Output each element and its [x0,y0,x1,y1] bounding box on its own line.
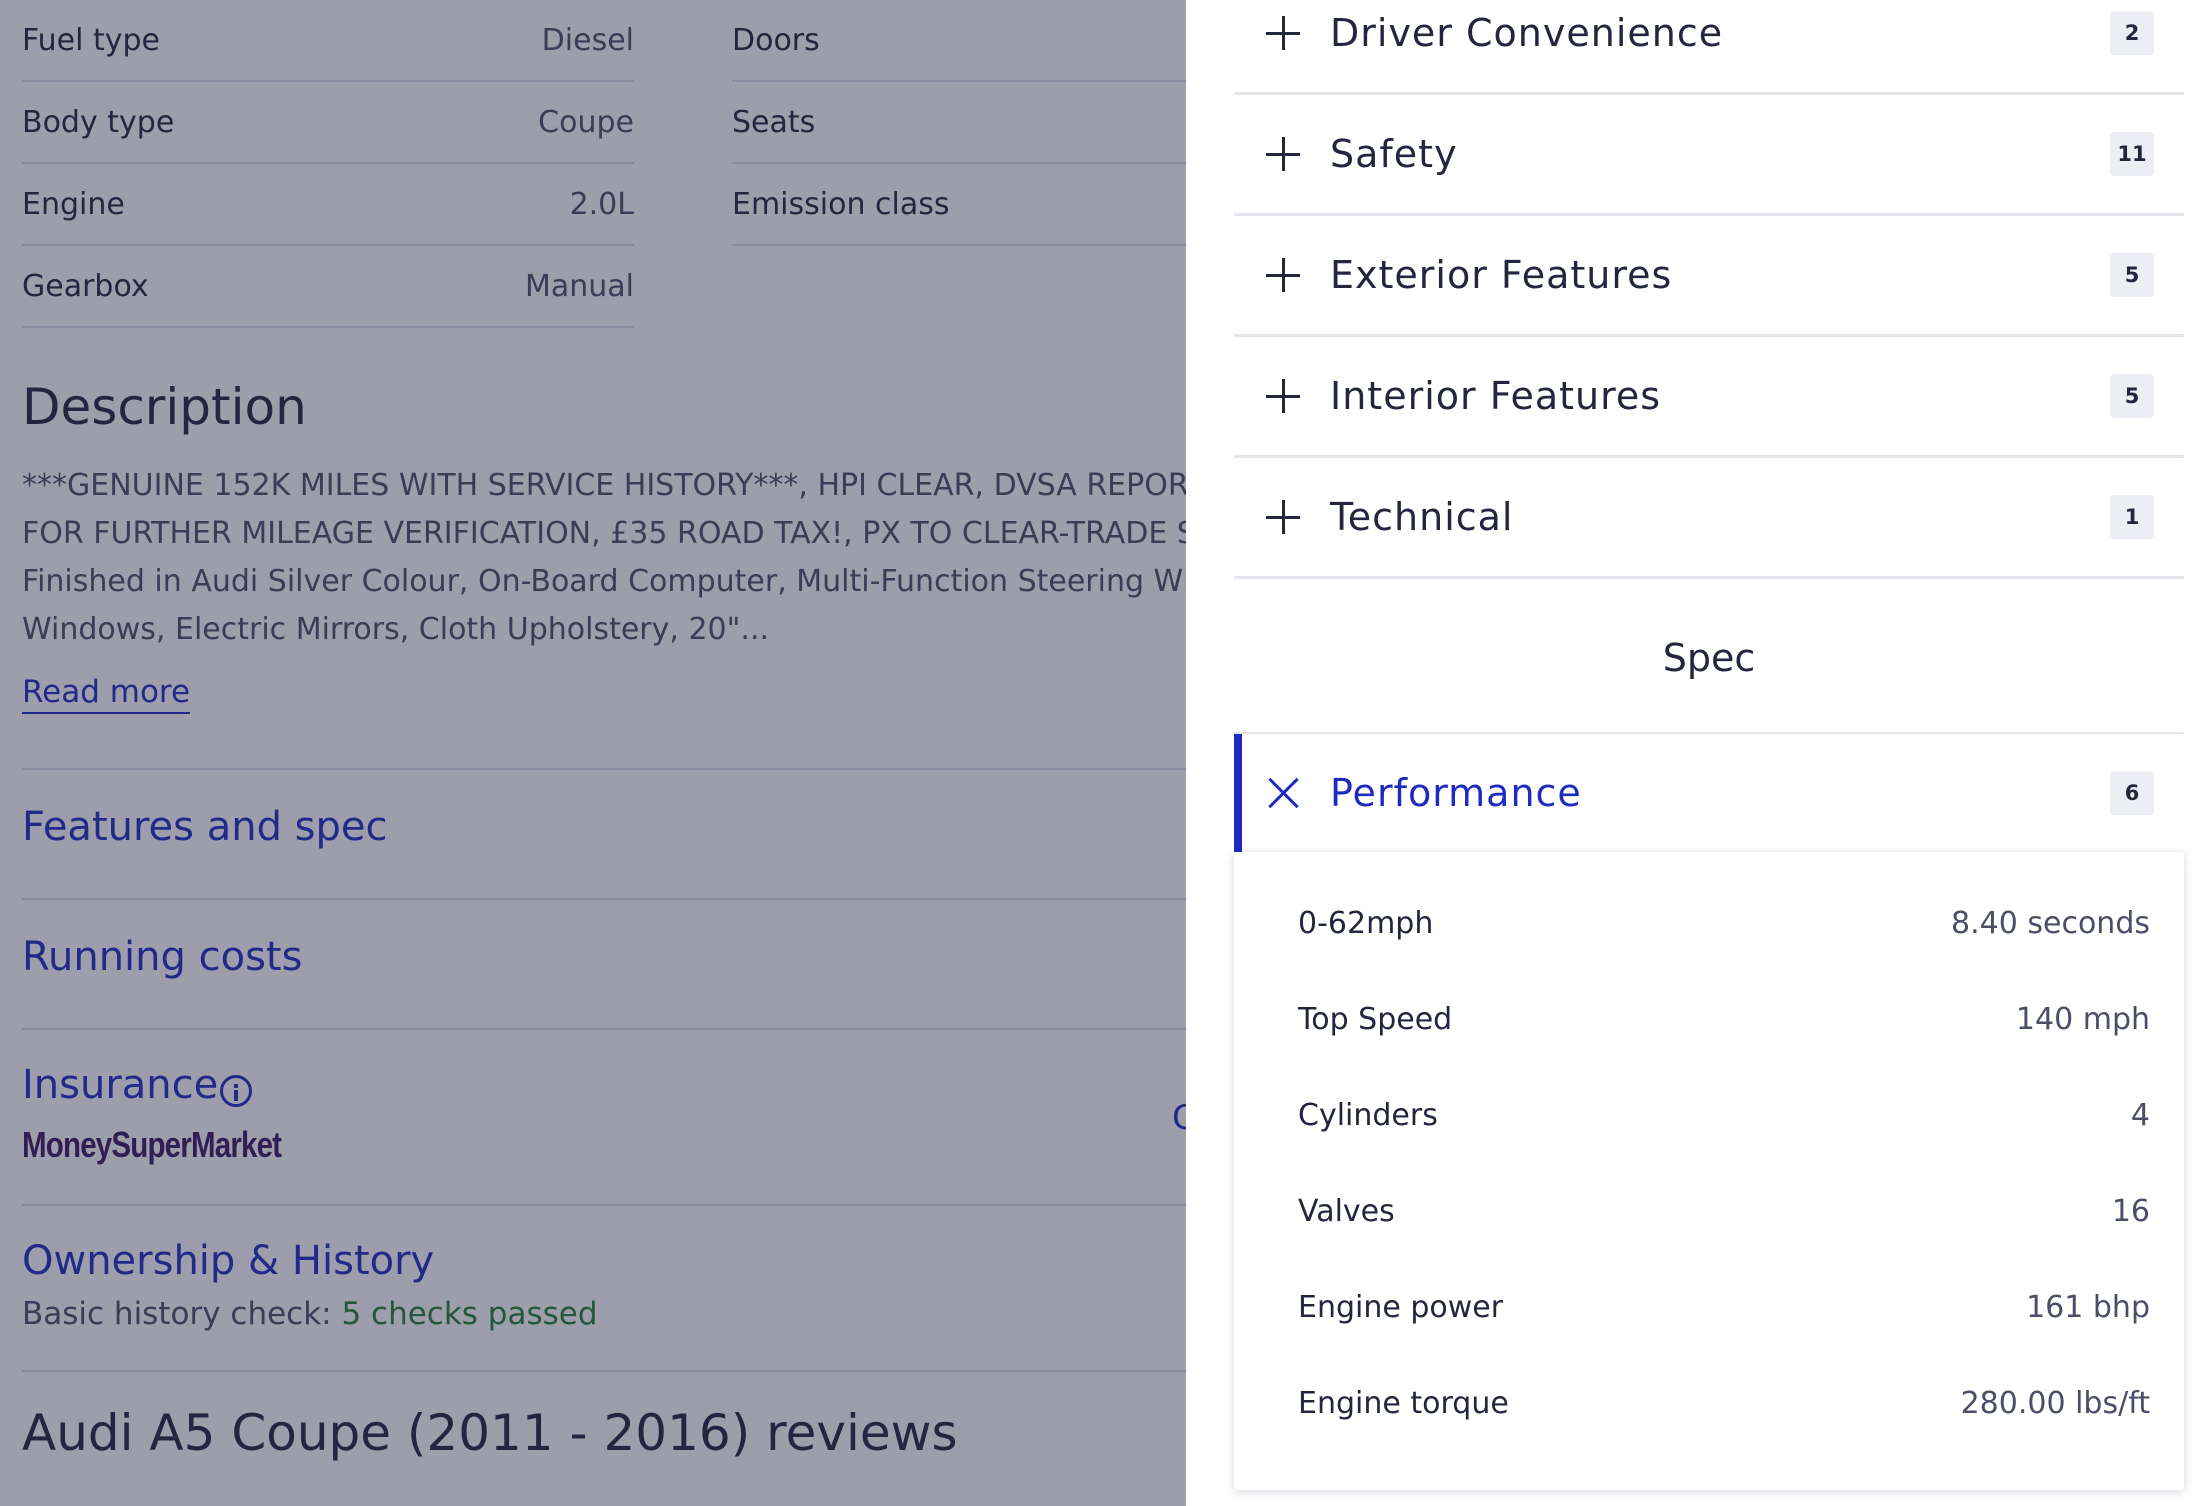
performance-value: 4 [2130,1098,2150,1133]
count-badge: 5 [2110,374,2154,418]
accordion-label: Interior Features [1330,374,1662,418]
count-badge: 2 [2110,11,2154,55]
accordion-label: Exterior Features [1330,253,1673,297]
count-badge: 1 [2110,495,2154,539]
count-badge: 5 [2110,253,2154,297]
plus-icon [1266,258,1300,292]
listing-page: Fuel type Diesel Body type Coupe Engine … [0,0,1186,1506]
performance-row: 0-62mph 8.40 seconds [1298,906,2150,941]
plus-icon [1266,379,1300,413]
modal-backdrop[interactable] [0,0,1186,1506]
performance-value: 280.00 lbs/ft [1960,1386,2150,1421]
performance-value: 140 mph [2015,1002,2150,1037]
performance-label: Top Speed [1298,1002,1453,1037]
count-badge: 11 [2110,132,2154,176]
accordion-label: Driver Convenience [1330,11,1724,55]
performance-row: Valves 16 [1298,1194,2150,1229]
close-icon [1266,775,1302,811]
performance-row: Top Speed 140 mph [1298,1002,2150,1037]
accordion-exterior-features[interactable]: Exterior Features 5 [1234,216,2184,337]
active-indicator [1234,734,1242,852]
performance-label: Valves [1298,1194,1395,1229]
accordion-safety[interactable]: Safety 11 [1234,95,2184,216]
spec-heading: Spec [1662,636,1756,680]
accordion-label: Safety [1330,132,1458,176]
performance-value: 8.40 seconds [1951,906,2150,941]
performance-label: Cylinders [1298,1098,1438,1133]
performance-value: 161 bhp [2026,1290,2150,1325]
accordion-performance[interactable]: Performance 6 [1234,734,2184,852]
accordion-driver-convenience[interactable]: Driver Convenience 2 [1234,0,2184,95]
performance-panel: 0-62mph 8.40 seconds Top Speed 140 mph C… [1234,852,2184,1490]
performance-row: Cylinders 4 [1298,1098,2150,1133]
plus-icon [1266,16,1300,50]
performance-row: Engine power 161 bhp [1298,1290,2150,1325]
performance-label: 0-62mph [1298,906,1434,941]
features-spec-drawer: Driver Convenience 2 Safety 11 Exterior … [1186,0,2212,1506]
performance-row: Engine torque 280.00 lbs/ft [1298,1386,2150,1421]
performance-label: Engine torque [1298,1386,1509,1421]
accordion-interior-features[interactable]: Interior Features 5 [1234,337,2184,458]
plus-icon [1266,500,1300,534]
performance-label: Engine power [1298,1290,1504,1325]
count-badge: 6 [2110,771,2154,815]
plus-icon [1266,137,1300,171]
accordion-label: Technical [1330,495,1514,539]
performance-value: 16 [2111,1194,2150,1229]
accordion-label: Performance [1330,771,1582,815]
accordion-technical[interactable]: Technical 1 [1234,458,2184,579]
